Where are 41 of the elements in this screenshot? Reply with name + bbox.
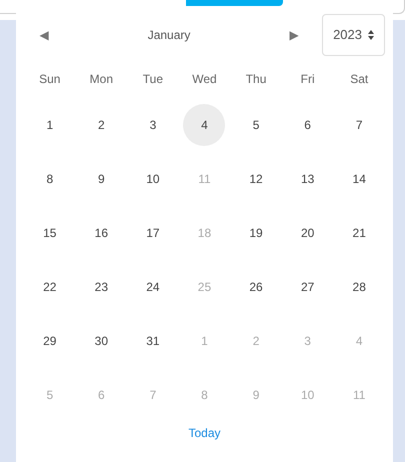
weekday-label: Mon: [88, 71, 114, 88]
weekday-label: Fri: [300, 71, 316, 88]
day-cell[interactable]: 8: [28, 158, 71, 200]
day-cell[interactable]: 1: [28, 104, 71, 146]
day-cell[interactable]: 7: [338, 104, 380, 146]
weekday-label: Sun: [38, 71, 62, 88]
day-cell[interactable]: 22: [28, 266, 71, 308]
next-month-button[interactable]: ▶: [274, 26, 314, 44]
day-cell[interactable]: 14: [338, 158, 380, 200]
month-label: January: [146, 27, 192, 44]
previous-month-button[interactable]: ◀: [24, 26, 64, 44]
day-cell[interactable]: 27: [286, 266, 329, 308]
day-cell[interactable]: 30: [80, 320, 122, 362]
day-cell[interactable]: 16: [80, 212, 122, 254]
day-cell[interactable]: 28: [338, 266, 380, 308]
day-cell[interactable]: 9: [80, 158, 122, 200]
spinner-arrows-icon: [368, 29, 374, 41]
day-cell[interactable]: 19: [235, 212, 278, 254]
day-cell[interactable]: 13: [286, 158, 329, 200]
day-cell[interactable]: 5: [235, 104, 278, 146]
weekday-label: Tue: [142, 71, 164, 88]
today-link[interactable]: Today: [188, 424, 221, 442]
day-cell[interactable]: 26: [235, 266, 278, 308]
weekday-label: Wed: [191, 71, 218, 88]
day-cell[interactable]: 2: [80, 104, 122, 146]
day-cell[interactable]: 31: [132, 320, 174, 362]
day-cell[interactable]: 21: [338, 212, 380, 254]
day-cell[interactable]: 20: [286, 212, 329, 254]
day-cell[interactable]: 12: [235, 158, 278, 200]
day-cell[interactable]: 6: [286, 104, 329, 146]
day-cell[interactable]: 17: [132, 212, 174, 254]
weekday-label: Thu: [244, 71, 268, 88]
day-cell[interactable]: 4: [183, 104, 226, 146]
year-spinner[interactable]: 2023: [322, 14, 385, 56]
day-cell[interactable]: 10: [132, 158, 174, 200]
weekday-label: Sat: [349, 71, 370, 88]
day-cell[interactable]: 24: [132, 266, 174, 308]
day-cell[interactable]: 15: [28, 212, 71, 254]
day-cell[interactable]: 29: [28, 320, 71, 362]
day-cell[interactable]: 3: [132, 104, 174, 146]
day-cell[interactable]: 23: [80, 266, 122, 308]
